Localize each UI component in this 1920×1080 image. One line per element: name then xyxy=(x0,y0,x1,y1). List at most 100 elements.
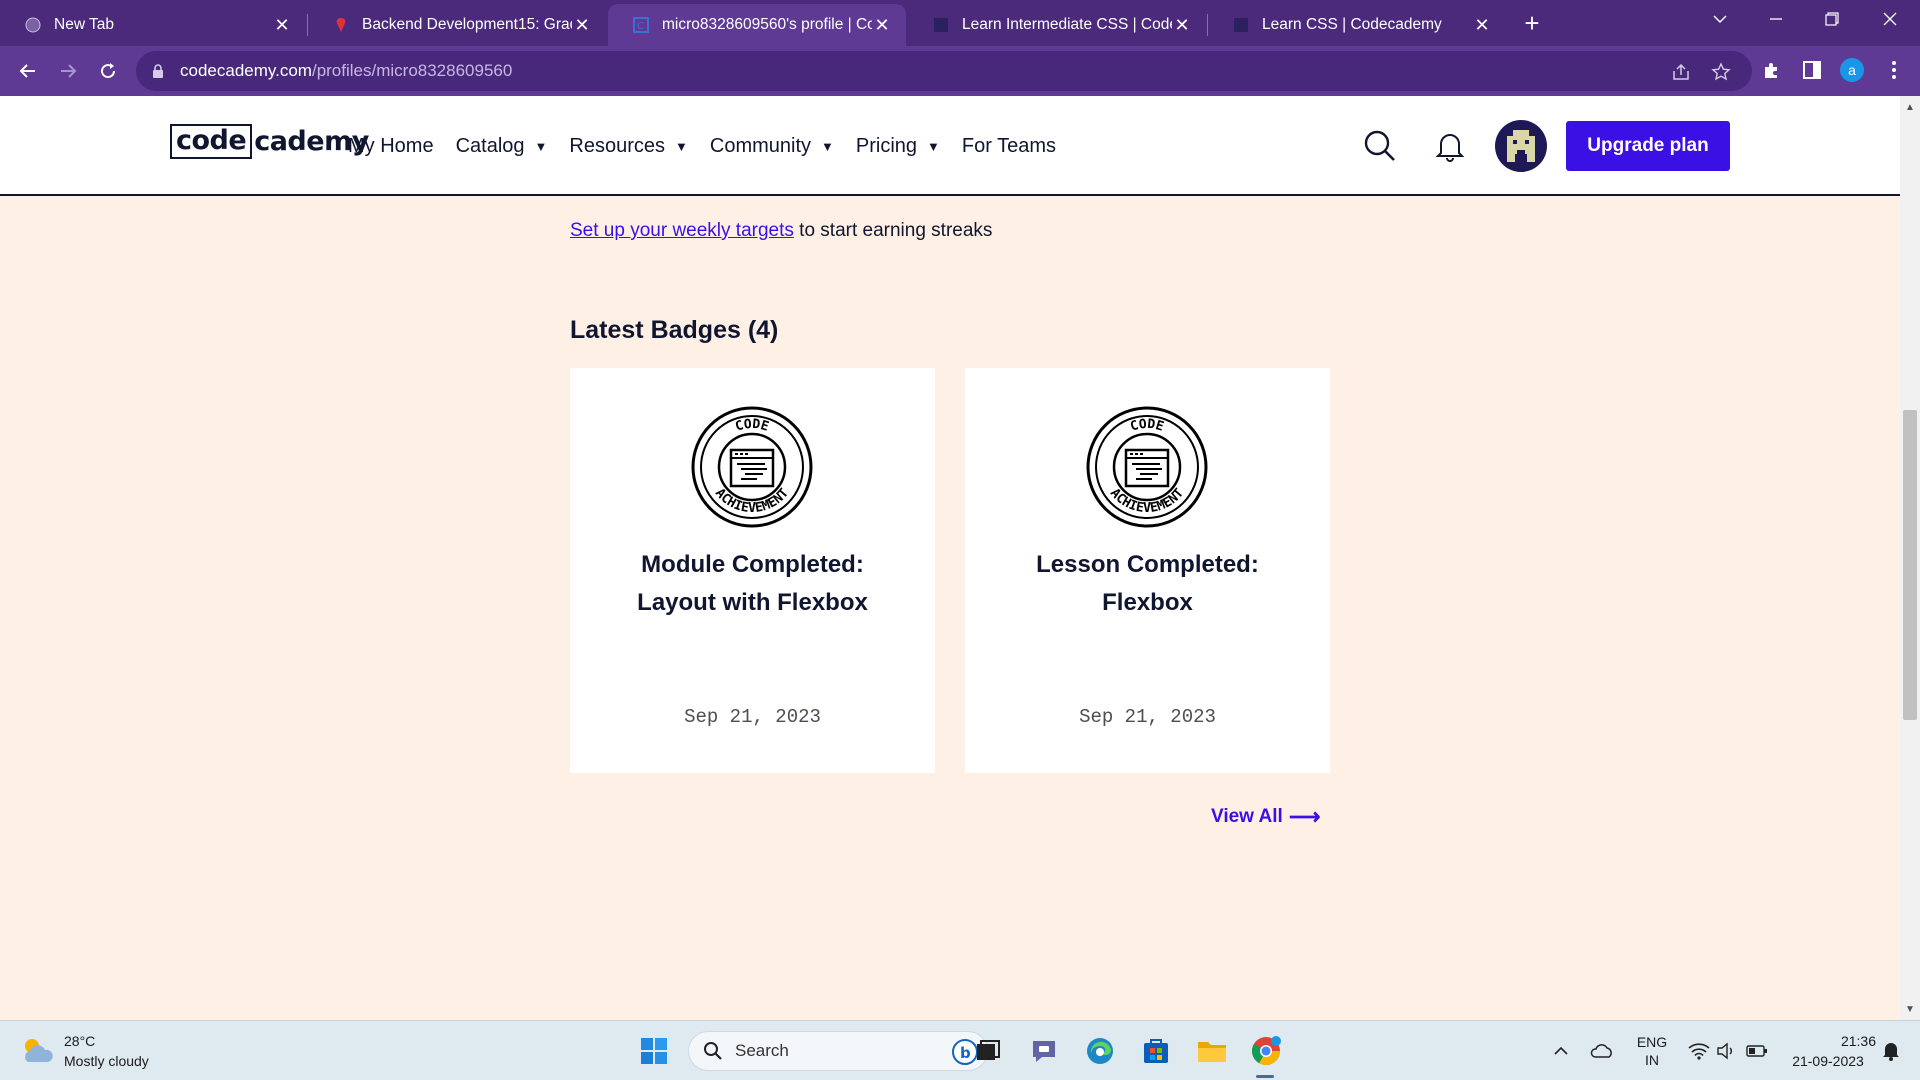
clock-time: 21:36 xyxy=(1840,1033,1876,1049)
nav-catalog[interactable]: Catalog ▼ xyxy=(456,135,548,158)
nav-resources[interactable]: Resources ▼ xyxy=(569,135,687,158)
side-panel-icon[interactable] xyxy=(1798,56,1826,84)
browser-toolbar: codecademy.com/profiles/micro8328609560 … xyxy=(0,46,1920,96)
weekly-targets-link[interactable]: Set up your weekly targets xyxy=(570,220,794,241)
nav-pricing[interactable]: Pricing ▼ xyxy=(856,135,940,158)
badge-card[interactable]: CODE ACHIEVEMENT Module Completed: Layout… xyxy=(570,368,935,773)
share-icon[interactable] xyxy=(1670,61,1692,83)
back-arrow-icon[interactable] xyxy=(12,55,44,87)
close-tab-icon[interactable]: ✕ xyxy=(872,15,892,36)
nav-label: Catalog xyxy=(455,134,525,157)
codecademy-favicon-icon xyxy=(1232,16,1250,34)
profile-content: Set up your weekly targets to start earn… xyxy=(0,196,1900,1020)
notifications-bell-icon[interactable] xyxy=(1876,1021,1906,1080)
main-nav: My Home Catalog ▼ Resources ▼ Community ▼ P… xyxy=(348,96,1078,196)
browser-menu-icon[interactable] xyxy=(1880,56,1908,84)
address-bar[interactable]: codecademy.com/profiles/micro8328609560 xyxy=(136,51,1752,91)
language-region: IN xyxy=(1645,1052,1659,1068)
notification-bell-icon[interactable] xyxy=(1430,126,1470,166)
close-window-icon[interactable] xyxy=(1862,0,1918,38)
tab-title: Learn Intermediate CSS | Codecad xyxy=(962,16,1172,33)
close-tab-icon[interactable]: ✕ xyxy=(572,15,592,36)
tab-title: Learn CSS | Codecademy xyxy=(1262,16,1442,33)
search-icon[interactable] xyxy=(1360,126,1400,166)
codecademy-favicon-icon xyxy=(932,16,950,34)
file-explorer-icon[interactable] xyxy=(1192,1031,1232,1071)
caret-down-icon: ▼ xyxy=(675,138,688,154)
code-achievement-badge-icon: CODE ACHIEVEMENT xyxy=(691,406,813,528)
caret-down-icon: ▼ xyxy=(534,138,548,154)
close-tab-icon[interactable]: ✕ xyxy=(272,15,292,36)
tab-intermediate-css[interactable]: Learn Intermediate CSS | Codecad ✕ xyxy=(908,4,1206,46)
search-icon xyxy=(704,1042,722,1060)
microsoft-store-icon[interactable] xyxy=(1136,1031,1176,1071)
logo-code: code xyxy=(170,124,253,159)
nav-community[interactable]: Community ▼ xyxy=(710,135,834,158)
browser-tab-bar: New Tab ✕ Backend Development15: Graded … xyxy=(0,0,1920,46)
scroll-down-arrow-icon[interactable]: ▼ xyxy=(1900,1002,1920,1018)
task-view-icon[interactable] xyxy=(968,1031,1008,1071)
lock-icon xyxy=(152,64,166,78)
tab-learn-css[interactable]: Learn CSS | Codecademy ✕ xyxy=(1208,4,1506,46)
tab-title: New Tab xyxy=(54,16,115,33)
url-path: /profiles/micro8328609560 xyxy=(311,61,513,80)
badge-name-line2: Flexbox xyxy=(1102,589,1193,616)
site-header: code cademy My Home Catalog ▼ Resources ▼ C… xyxy=(0,96,1900,196)
badge-name: Lesson Completed: Flexbox xyxy=(985,546,1310,622)
onedrive-cloud-icon[interactable] xyxy=(1586,1021,1618,1080)
language-code: ENG xyxy=(1636,1034,1668,1050)
codecademy-favicon-icon: C xyxy=(632,16,650,34)
extensions-puzzle-icon[interactable] xyxy=(1758,56,1786,84)
chrome-browser-icon[interactable] xyxy=(1246,1031,1286,1071)
view-all-badges-link[interactable]: View All ⟶ xyxy=(1211,804,1320,830)
codecademy-logo[interactable]: code cademy xyxy=(170,124,369,159)
nav-for-teams[interactable]: For Teams xyxy=(962,135,1056,158)
user-avatar[interactable] xyxy=(1495,120,1547,172)
scroll-up-arrow-icon[interactable]: ▲ xyxy=(1900,100,1920,116)
edge-browser-icon[interactable] xyxy=(1080,1031,1120,1071)
profile-avatar[interactable]: a xyxy=(1838,56,1866,84)
badge-name-line1: Module Completed: xyxy=(641,551,864,578)
weekly-targets-text: Set up your weekly targets to start earn… xyxy=(570,220,992,242)
language-indicator[interactable]: ENG IN xyxy=(1630,1021,1674,1080)
tab-backend-development[interactable]: Backend Development15: Graded ✕ xyxy=(308,4,606,46)
show-hidden-icons-chevron-icon[interactable] xyxy=(1546,1021,1576,1080)
globe-icon xyxy=(24,16,42,34)
tab-profile[interactable]: C micro8328609560's profile | Code ✕ xyxy=(608,4,906,46)
windows-start-icon[interactable] xyxy=(634,1031,674,1071)
restore-icon[interactable] xyxy=(1804,0,1860,38)
weather-condition: Mostly cloudy xyxy=(64,1053,149,1069)
reload-icon[interactable] xyxy=(92,55,124,87)
nav-label: My Home xyxy=(348,134,434,157)
code-achievement-badge-icon: CODE ACHIEVEMENT xyxy=(1086,406,1208,528)
url-text: codecademy.com/profiles/micro8328609560 xyxy=(180,61,512,81)
badge-name-line1: Lesson Completed: xyxy=(1036,551,1259,578)
volume-speaker-icon[interactable] xyxy=(1712,1021,1740,1080)
scrollbar-thumb[interactable] xyxy=(1903,410,1917,720)
forward-arrow-icon[interactable] xyxy=(52,55,84,87)
new-tab-button[interactable]: + xyxy=(1518,6,1546,40)
minimize-icon[interactable] xyxy=(1748,0,1804,38)
tab-search-chevron-icon[interactable] xyxy=(1692,0,1748,38)
nav-label: Resources xyxy=(569,134,665,157)
latest-badges-heading: Latest Badges (4) xyxy=(570,316,779,344)
taskbar-search[interactable]: Search b xyxy=(688,1031,988,1071)
close-tab-icon[interactable]: ✕ xyxy=(1472,15,1492,36)
teams-chat-icon[interactable] xyxy=(1024,1031,1064,1071)
weather-widget[interactable]: 28°C Mostly cloudy xyxy=(20,1031,149,1071)
weather-text: 28°C Mostly cloudy xyxy=(64,1031,149,1071)
system-clock[interactable]: 21:36 21-09-2023 xyxy=(1780,1021,1876,1080)
nav-label: Community xyxy=(709,134,812,157)
upgrade-plan-button[interactable]: Upgrade plan xyxy=(1566,121,1730,171)
badge-card[interactable]: CODE ACHIEVEMENT Lesson Completed: Flexbo… xyxy=(965,368,1330,773)
close-tab-icon[interactable]: ✕ xyxy=(1172,15,1192,36)
tab-new-tab[interactable]: New Tab ✕ xyxy=(0,4,306,46)
clock-date: 21-09-2023 xyxy=(1792,1053,1864,1069)
profile-initial: a xyxy=(1840,58,1864,82)
battery-icon[interactable] xyxy=(1742,1021,1772,1080)
badge-name-line2: Layout with Flexbox xyxy=(637,589,868,616)
tab-title: Backend Development15: Graded xyxy=(362,16,572,33)
bookmark-star-icon[interactable] xyxy=(1710,61,1732,83)
wifi-icon[interactable] xyxy=(1684,1021,1714,1080)
nav-my-home[interactable]: My Home xyxy=(348,135,434,158)
